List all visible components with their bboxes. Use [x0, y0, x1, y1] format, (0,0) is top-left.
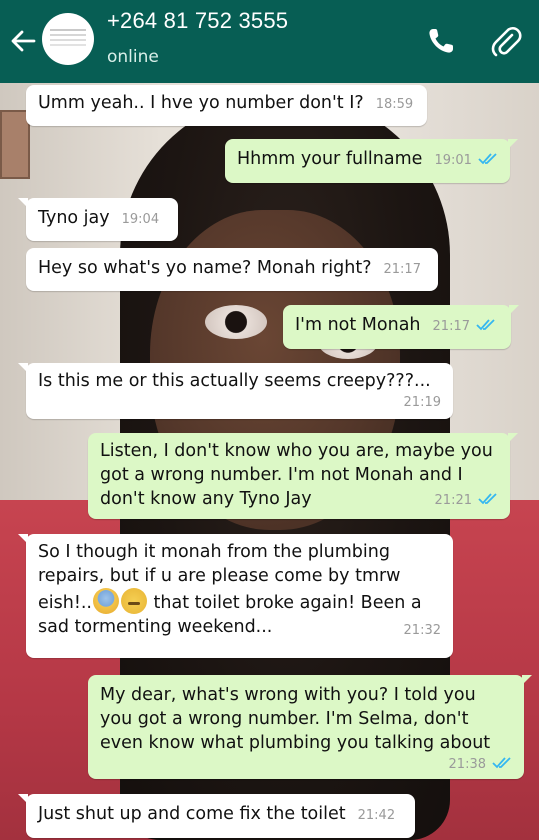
- wallpaper-eye-left: [205, 305, 267, 339]
- message-time: 21:19: [403, 395, 441, 410]
- profile-avatar[interactable]: [42, 13, 94, 65]
- avatar-image: [50, 29, 86, 31]
- message-time: 21:38: [100, 753, 512, 777]
- message-time: 18:59: [375, 97, 414, 112]
- double-check-icon: [476, 319, 495, 331]
- double-check-icon: [478, 153, 497, 165]
- message-time: 19:01: [434, 153, 472, 168]
- fearful-face-emoji: [92, 588, 119, 614]
- message-outgoing[interactable]: Listen, I don't know who you are, maybe …: [88, 433, 518, 519]
- call-icon[interactable]: [426, 26, 456, 56]
- contact-name[interactable]: +264 81 752 3555: [107, 8, 288, 34]
- double-check-icon: [492, 757, 511, 769]
- chat-header: +264 81 752 3555 online: [0, 0, 539, 83]
- message-incoming[interactable]: Just shut up and come fix the toilet 21:4…: [18, 794, 415, 838]
- message-incoming[interactable]: Umm yeah.. I hve yo number don't I? 18:59: [26, 85, 427, 126]
- attach-icon[interactable]: [490, 24, 522, 58]
- message-outgoing[interactable]: Hhmm your fullname 19:01: [225, 139, 518, 183]
- back-arrow-icon[interactable]: [8, 26, 38, 56]
- message-incoming[interactable]: Is this me or this actually seems creepy…: [18, 363, 453, 419]
- sad-relieved-face-emoji: [120, 588, 147, 614]
- message-time: 21:17: [383, 262, 421, 277]
- message-incoming[interactable]: Tyno jay 19:04: [18, 198, 178, 241]
- message-outgoing[interactable]: My dear, what's wrong with you? I told y…: [88, 675, 532, 779]
- contact-status: online: [107, 47, 159, 67]
- message-time: 21:42: [357, 808, 396, 823]
- message-outgoing[interactable]: I'm not Monah 21:17: [283, 305, 519, 349]
- message-incoming[interactable]: Hey so what's yo name? Monah right? 21:17: [26, 248, 438, 291]
- double-check-icon: [478, 493, 497, 505]
- message-incoming[interactable]: So I though it monah from the plumbing r…: [18, 534, 453, 658]
- message-time: 21:17: [432, 319, 470, 334]
- message-time: 19:04: [121, 212, 160, 227]
